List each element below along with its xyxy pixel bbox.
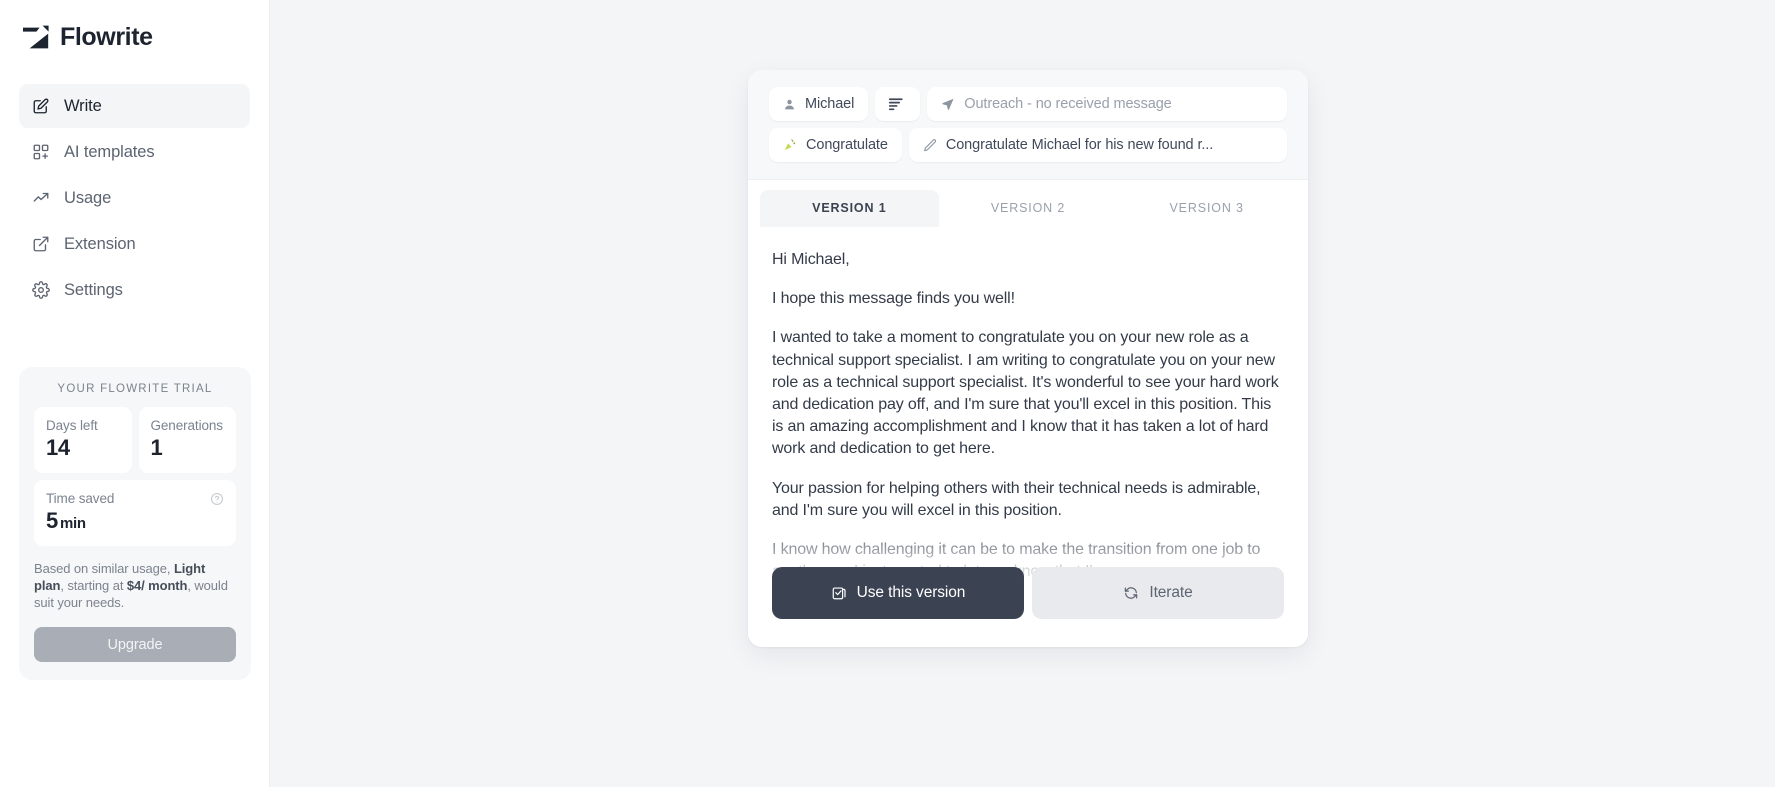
- stat-generations: Generations 1: [138, 407, 236, 473]
- app-root: Flowrite Write AI templates Usage Extens…: [0, 0, 1775, 787]
- stat-days-left: Days left 14: [34, 407, 132, 473]
- sidebar-item-extension[interactable]: Extension: [19, 222, 250, 266]
- refresh-icon: [1123, 585, 1139, 601]
- sidebar-item-label: Write: [64, 96, 102, 115]
- flowrite-logo-icon: [23, 25, 49, 49]
- composer-actions: Use this version Iterate: [772, 567, 1284, 619]
- tab-version-3[interactable]: VERSION 3: [1117, 190, 1296, 227]
- trending-up-icon: [32, 189, 50, 207]
- message-body-wrapper: Hi Michael, I hope this message finds yo…: [748, 227, 1308, 647]
- tab-version-1[interactable]: VERSION 1: [760, 190, 939, 227]
- main-canvas: Michael Outreach - no received message C…: [270, 0, 1775, 787]
- use-this-version-label: Use this version: [856, 584, 966, 601]
- text-lines-icon: [888, 97, 907, 111]
- trial-note: Based on similar usage, Light plan, star…: [34, 560, 236, 611]
- sidebar: Flowrite Write AI templates Usage Extens…: [0, 0, 270, 787]
- pencil-icon: [923, 138, 937, 152]
- stat-value: 14: [46, 435, 70, 460]
- upgrade-button[interactable]: Upgrade: [34, 627, 236, 662]
- composer-card: Michael Outreach - no received message C…: [748, 70, 1308, 647]
- recipient-field[interactable]: Michael: [769, 87, 869, 121]
- stat-label: Time saved: [46, 491, 115, 506]
- message-paragraph: Hi Michael,: [772, 251, 850, 268]
- clipboard-check-icon: [831, 585, 847, 601]
- message-paragraph: I wanted to take a moment to congratulat…: [772, 329, 1279, 458]
- tone-field[interactable]: [875, 87, 921, 121]
- party-popper-icon: [783, 138, 797, 152]
- trial-stats-row: Days left 14 Generations 1: [34, 407, 236, 473]
- pencil-square-icon: [32, 97, 50, 115]
- intent-value: Congratulate: [806, 137, 888, 153]
- message-paragraph: Your passion for helping others with the…: [772, 479, 1261, 519]
- external-link-icon: [32, 235, 50, 253]
- stat-value: 5 min: [46, 508, 224, 534]
- sidebar-nav: Write AI templates Usage Extension Setti…: [19, 84, 250, 312]
- tab-version-2[interactable]: VERSION 2: [939, 190, 1118, 227]
- message-paragraph: I hope this message finds you well!: [772, 290, 1015, 308]
- stat-value: 1: [150, 435, 163, 460]
- send-arrow-icon: [941, 97, 955, 111]
- intent-field[interactable]: Congratulate: [769, 128, 902, 162]
- iterate-button[interactable]: Iterate: [1032, 567, 1284, 619]
- trial-time-saved-row: Time saved 5 min: [34, 480, 236, 546]
- note-middle: , starting at: [60, 578, 127, 593]
- instruction-value: Congratulate Michael for his new found r…: [945, 137, 1214, 153]
- prompt-row-bottom: Congratulate Congratulate Michael for hi…: [769, 128, 1287, 162]
- sidebar-item-label: AI templates: [64, 142, 155, 161]
- context-placeholder: Outreach - no received message: [964, 96, 1172, 112]
- trial-card: YOUR FLOWRITE TRIAL Days left 14 Generat…: [19, 367, 251, 680]
- templates-grid-icon: [32, 143, 50, 161]
- prompt-row-top: Michael Outreach - no received message: [769, 87, 1287, 121]
- sidebar-item-ai-templates[interactable]: AI templates: [19, 130, 250, 174]
- version-tabs: VERSION 1 VERSION 2 VERSION 3: [748, 180, 1308, 227]
- stat-label: Generations: [150, 418, 224, 433]
- person-icon: [783, 98, 796, 111]
- time-saved-number: 5: [46, 508, 58, 533]
- stat-label: Days left: [46, 418, 98, 433]
- instruction-field[interactable]: Congratulate Michael for his new found r…: [908, 128, 1287, 162]
- gear-icon: [32, 281, 50, 299]
- prompt-header: Michael Outreach - no received message C…: [748, 70, 1308, 180]
- question-circle-icon[interactable]: [210, 492, 224, 506]
- sidebar-item-usage[interactable]: Usage: [19, 176, 250, 220]
- time-saved-unit: min: [59, 515, 86, 532]
- stat-time-saved: Time saved 5 min: [34, 480, 236, 546]
- trial-card-title: YOUR FLOWRITE TRIAL: [57, 383, 213, 395]
- use-this-version-button[interactable]: Use this version: [772, 567, 1024, 619]
- recipient-value: Michael: [805, 96, 855, 112]
- note-price: $4/ month: [126, 578, 188, 593]
- message-body[interactable]: Hi Michael, I hope this message finds yo…: [748, 227, 1308, 583]
- sidebar-item-label: Settings: [64, 280, 123, 299]
- sidebar-item-label: Usage: [64, 188, 112, 207]
- context-field[interactable]: Outreach - no received message: [927, 87, 1287, 121]
- iterate-label: Iterate: [1149, 584, 1193, 601]
- brand-name: Flowrite: [60, 22, 153, 51]
- brand: Flowrite: [19, 0, 250, 74]
- sidebar-item-write[interactable]: Write: [19, 84, 250, 128]
- note-prefix: Based on similar usage,: [34, 561, 174, 576]
- sidebar-item-settings[interactable]: Settings: [19, 268, 250, 312]
- sidebar-item-label: Extension: [64, 234, 136, 253]
